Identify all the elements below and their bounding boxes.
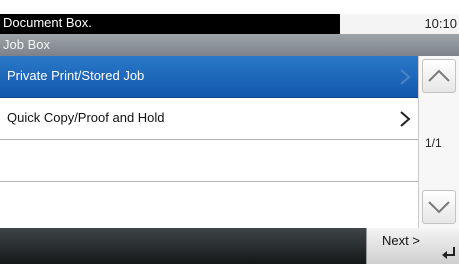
clock-time: 10:10 — [424, 16, 457, 31]
scroll-down-button[interactable] — [422, 190, 456, 224]
list-item-empty — [0, 140, 418, 182]
chevron-down-icon — [428, 201, 450, 214]
chevron-up-icon — [428, 69, 450, 82]
scroll-panel: 1/1 — [418, 56, 459, 228]
list-item-quick-copy[interactable]: Quick Copy/Proof and Hold — [0, 98, 418, 140]
subtitle-bar: Job Box — [0, 34, 459, 56]
title-bar: Document Box. 10:10 — [0, 14, 459, 34]
list-item-empty — [0, 182, 418, 224]
enter-icon — [442, 247, 455, 259]
page-indicator: 1/1 — [425, 136, 442, 150]
clock-area: 10:10 — [340, 14, 459, 34]
scroll-up-button[interactable] — [422, 59, 456, 93]
screen-title: Document Box. — [3, 15, 92, 30]
next-button-label: Next > — [382, 233, 420, 248]
list-item-label: Private Print/Stored Job — [7, 68, 145, 83]
next-button[interactable]: Next > — [366, 228, 459, 264]
job-box-list: Private Print/Stored Job Quick Copy/Proo… — [0, 56, 418, 228]
chevron-right-icon — [400, 69, 411, 85]
list-item-label: Quick Copy/Proof and Hold — [7, 110, 165, 125]
list-item-private-print[interactable]: Private Print/Stored Job — [0, 56, 418, 98]
chevron-right-icon — [400, 111, 411, 127]
subtitle: Job Box — [3, 37, 50, 52]
